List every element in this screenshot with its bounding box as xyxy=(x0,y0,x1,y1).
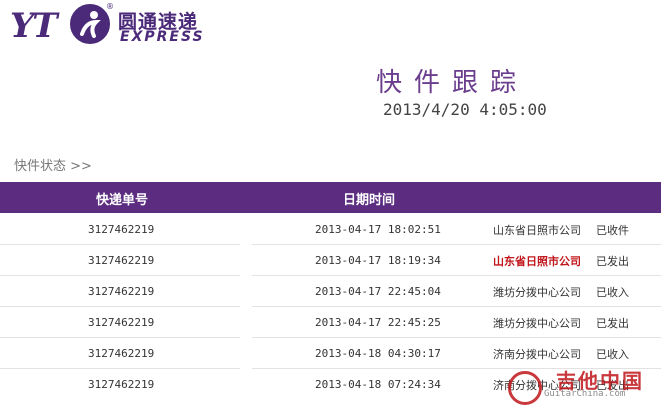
tracking-number: 3127462219 xyxy=(88,223,155,236)
logo-name-en: EXPRESS xyxy=(120,29,205,45)
event-time: 2013-04-17 22:45:25 xyxy=(315,316,441,329)
event-place: 山东省日照市公司 xyxy=(493,224,581,237)
event-time: 2013-04-18 04:30:17 xyxy=(315,347,441,360)
tracking-number: 3127462219 xyxy=(88,254,155,267)
event-action: 已收入 xyxy=(596,286,629,299)
yto-logo: YT ® 圆通速递 EXPRESS xyxy=(10,2,220,46)
table-row: 3127462219 2013-04-17 22:45:04 潍坊分拨中心公司 … xyxy=(0,276,661,307)
runner-icon xyxy=(70,4,110,44)
table-header: 快递单号 日期时间 xyxy=(0,182,661,213)
header-datetime: 日期时间 xyxy=(343,193,396,208)
event-action: 已发出 xyxy=(596,255,629,268)
watermark: 吉他中国 GuitarChina.com xyxy=(508,365,658,405)
tracking-number: 3127462219 xyxy=(88,285,155,298)
event-time: 2013-04-17 18:19:34 xyxy=(315,254,441,267)
tracking-number: 3127462219 xyxy=(88,378,155,391)
event-time: 2013-04-17 22:45:04 xyxy=(315,285,441,298)
status-link[interactable]: 快件状态 >> xyxy=(14,155,92,174)
event-action: 已发出 xyxy=(596,317,629,330)
query-datetime: 2013/4/20 4:05:00 xyxy=(383,100,547,119)
event-place: 山东省日照市公司 xyxy=(493,255,581,268)
event-place: 济南分拨中心公司 xyxy=(493,348,581,361)
guitar-icon xyxy=(508,371,542,405)
event-action: 已收入 xyxy=(596,348,629,361)
logo-mark: YT xyxy=(10,6,58,46)
event-action: 已收件 xyxy=(596,224,629,237)
page-title: 快件跟踪 xyxy=(376,68,529,98)
tracking-number: 3127462219 xyxy=(88,347,155,360)
table-row: 3127462219 2013-04-17 18:19:34 山东省日照市公司 … xyxy=(0,245,661,276)
registered-mark: ® xyxy=(106,2,114,11)
event-time: 2013-04-17 18:02:51 xyxy=(315,223,441,236)
event-place: 潍坊分拨中心公司 xyxy=(493,286,581,299)
tracking-number: 3127462219 xyxy=(88,316,155,329)
table-row: 3127462219 2013-04-17 22:45:25 潍坊分拨中心公司 … xyxy=(0,307,661,338)
table-row: 3127462219 2013-04-17 18:02:51 山东省日照市公司 … xyxy=(0,214,661,245)
header-tracking-number: 快递单号 xyxy=(96,193,149,208)
event-place: 潍坊分拨中心公司 xyxy=(493,317,581,330)
watermark-text-en: GuitarChina.com xyxy=(544,389,626,399)
event-time: 2013-04-18 07:24:34 xyxy=(315,378,441,391)
